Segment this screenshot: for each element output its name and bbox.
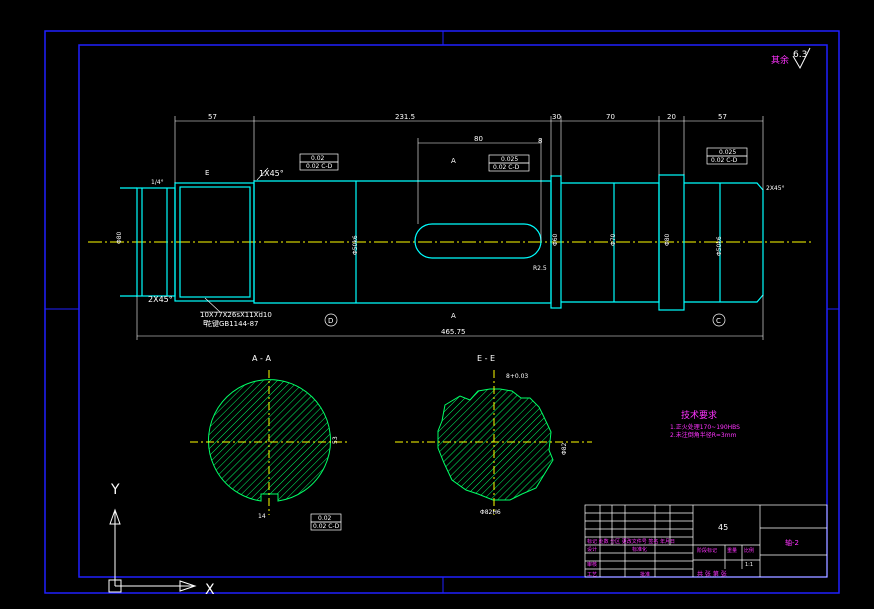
inner-frame bbox=[78, 44, 828, 578]
svg-text:0.02: 0.02 bbox=[311, 155, 325, 162]
spline-standard: 花键GB1144-87 bbox=[205, 319, 258, 328]
dim-57a: 57 bbox=[208, 113, 217, 121]
dim-80: 80 bbox=[474, 135, 483, 143]
tb-sheet: 共 张 第 张 bbox=[697, 570, 727, 578]
roughness-value: 6.3 bbox=[793, 50, 807, 60]
tb-std: 标准化 bbox=[632, 546, 647, 553]
tb-row-a: 标记 处数 分区 更改文件号 签名 年月日 bbox=[587, 538, 675, 545]
tb-check: 审核 bbox=[587, 561, 597, 568]
section-e-bottom: E bbox=[203, 319, 207, 327]
dim-70: 70 bbox=[606, 113, 615, 121]
angle-label: 1/4° bbox=[151, 179, 164, 186]
tb-process: 工艺 bbox=[587, 572, 597, 578]
svg-text:0.02 C-D: 0.02 C-D bbox=[313, 523, 340, 530]
svg-text:0.02 C-D: 0.02 C-D bbox=[493, 164, 520, 171]
chamfer-right: 2X45° bbox=[766, 185, 785, 192]
tech-title: 技术要求 bbox=[681, 409, 717, 421]
diam-4: Φ70 bbox=[610, 233, 617, 246]
dim-2315: 231.5 bbox=[395, 113, 415, 121]
ee-spline-od: Φ82 bbox=[561, 442, 568, 455]
section-e-top: E bbox=[205, 169, 209, 177]
dim-30: 30 bbox=[552, 113, 561, 121]
ee-spline-id: Φ82H6 bbox=[480, 509, 501, 516]
aa-keyway-w: 14 bbox=[258, 513, 266, 520]
tb-drawing-no: 轴-2 bbox=[785, 538, 799, 547]
svg-text:0.02: 0.02 bbox=[318, 515, 332, 522]
tech-line-1: 1.正火处理170~190HBS bbox=[670, 423, 740, 431]
tech-line-2: 2.未注倒角半径R=3mm bbox=[670, 431, 737, 439]
section-aa: 14 53 bbox=[190, 370, 350, 520]
tb-approve: 批准 bbox=[640, 571, 650, 578]
diam-6: Φ50k6 bbox=[716, 236, 723, 256]
svg-text:0.025: 0.025 bbox=[501, 156, 518, 163]
tb-scale: 比例 bbox=[744, 547, 754, 554]
datum-c: C bbox=[716, 317, 721, 325]
axis-x-label: X bbox=[205, 582, 215, 598]
tb-weight: 重量 bbox=[727, 547, 737, 554]
chamfer-left: 1X45° bbox=[259, 169, 284, 178]
tb-stage: 阶段标记 bbox=[697, 547, 717, 554]
axis-y-label: Y bbox=[110, 482, 120, 498]
diam-1: Φ80 bbox=[116, 231, 123, 244]
datum-d: D bbox=[328, 317, 333, 325]
chamfer-bottom: 2X45° bbox=[148, 295, 173, 304]
section-a-bottom: A bbox=[451, 312, 456, 320]
dim-8: 8 bbox=[538, 137, 542, 145]
svg-text:0.025: 0.025 bbox=[719, 149, 736, 156]
svg-text:0.02 C-D: 0.02 C-D bbox=[306, 163, 333, 170]
cad-drawing: 其余 6.3 57 231.5 30 70 20 57 80 8 465.75 … bbox=[44, 30, 840, 598]
tb-scale-val: 1:1 bbox=[745, 562, 753, 568]
tb-material: 45 bbox=[718, 523, 728, 532]
ee-spline-top: 8+0.03 bbox=[506, 373, 528, 380]
callouts: 1X45° 2X45° 2X45° 1/4° R2.5 10X77X26sX11… bbox=[148, 167, 785, 328]
tb-design: 设计 bbox=[587, 546, 597, 553]
diam-5: Φ80 bbox=[664, 233, 671, 246]
view-ee-label: E - E bbox=[477, 354, 495, 363]
tech-requirements: 技术要求 1.正火处理170~190HBS 2.未注倒角半径R=3mm bbox=[670, 409, 740, 439]
title-block: 45 轴-2 标记 处数 分区 更改文件号 签名 年月日 设计 标准化 审核 工… bbox=[584, 504, 828, 578]
roughness-symbol: 其余 6.3 bbox=[771, 47, 811, 70]
view-aa-label: A - A bbox=[252, 354, 271, 363]
dim-20: 20 bbox=[667, 113, 676, 121]
diam-3: Φ60 bbox=[552, 233, 559, 246]
aa-keyway-t: 53 bbox=[332, 436, 339, 444]
radius-label: R2.5 bbox=[533, 265, 547, 272]
dim-57b: 57 bbox=[718, 113, 727, 121]
roughness-label: 其余 bbox=[771, 54, 789, 66]
diam-2: Φ50k6 bbox=[352, 235, 359, 255]
dim-total: 465.75 bbox=[441, 328, 466, 336]
svg-text:0.02 C-D: 0.02 C-D bbox=[711, 157, 738, 164]
top-dimensions: 57 231.5 30 70 20 57 80 8 465.75 bbox=[136, 113, 764, 340]
section-a-top: A bbox=[451, 157, 456, 165]
section-ee: 8+0.03 Φ82 Φ82H6 bbox=[395, 370, 592, 516]
ucs-icon: Y X bbox=[108, 482, 215, 598]
spline-callout: 10X77X26sX11Xd10 bbox=[200, 311, 272, 319]
